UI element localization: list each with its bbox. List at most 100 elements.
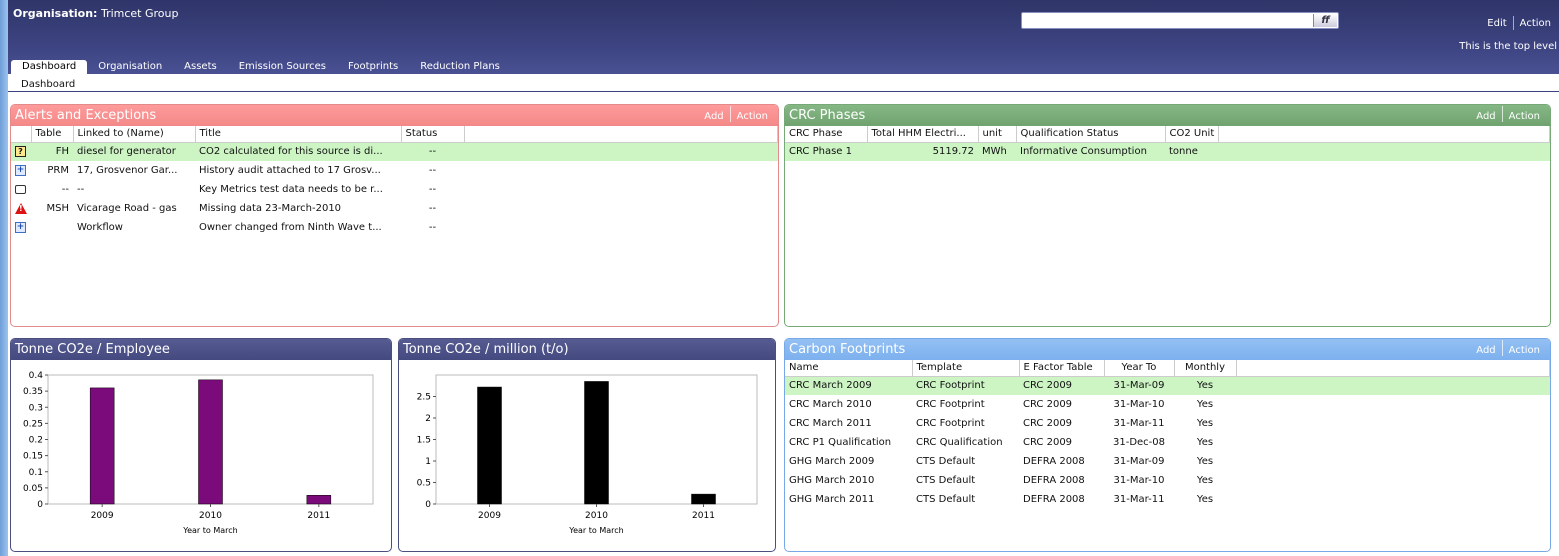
column-header-co2unit[interactable]: CO2 Unit [1165, 126, 1220, 143]
table-row[interactable]: CRC P1 Qualification CRC Qualification CRC… [785, 433, 1550, 452]
table-row[interactable]: GHG March 2010 CTS Default DEFRA 2008 31-Ma… [785, 471, 1550, 490]
y-tick-label: 0.3 [29, 403, 43, 413]
table-row[interactable]: ? FH diesel for generator CO2 calculated… [11, 142, 778, 161]
x-tick-label: 2011 [307, 511, 330, 521]
cell-efactor: DEFRA 2008 [1023, 456, 1085, 467]
table-row[interactable]: -- -- Key Metrics test data needs to be … [11, 180, 778, 199]
column-header-title[interactable]: Title [195, 126, 402, 143]
breadcrumb[interactable]: Dashboard [8, 74, 1559, 92]
carbon-footprints-panel: Carbon Footprints Add Action Name Templat… [784, 338, 1551, 552]
column-header-unit[interactable]: unit [978, 126, 1017, 143]
table-header-row: Name Template E Factor Table Year To Mon… [785, 360, 1550, 377]
add-button[interactable]: Add [698, 111, 729, 122]
column-header-total[interactable]: Total HHM Electri... [867, 126, 979, 143]
column-header-filler [1236, 360, 1550, 377]
cell-template: CRC Footprint [916, 418, 985, 429]
cell-status: -- [428, 184, 437, 195]
app-frame: Organisation: Trimcet Group ff Edit Actio… [8, 0, 1559, 556]
table-row[interactable]: GHG March 2011 CTS Default DEFRA 2008 31-Ma… [785, 490, 1550, 509]
y-tick-label: 0.5 [417, 479, 431, 489]
column-header-template[interactable]: Template [912, 360, 1020, 377]
action-link[interactable]: Action [1514, 18, 1557, 29]
column-header-yearto[interactable]: Year To [1104, 360, 1175, 377]
cell-efactor: DEFRA 2008 [1023, 475, 1085, 486]
tab-footprints[interactable]: Footprints [337, 60, 409, 74]
column-header-phase[interactable]: CRC Phase [785, 126, 868, 143]
cell-monthly: Yes [1174, 376, 1236, 395]
x-tick-label: 2009 [91, 511, 114, 521]
cell-yearto: 31-Mar-10 [1113, 475, 1165, 486]
tab-dashboard[interactable]: Dashboard [11, 60, 88, 74]
cell-linked: diesel for generator [73, 142, 195, 161]
expand-plus-icon[interactable]: + [15, 164, 26, 176]
cell-filler [1236, 414, 1550, 433]
tab-organisation[interactable]: Organisation [87, 60, 173, 74]
top-actions: Edit Action [1481, 16, 1557, 30]
alerts-panel: Alerts and Exceptions Add Action Table Li… [10, 104, 779, 327]
search-button[interactable]: ff [1313, 14, 1337, 27]
table-row[interactable]: + PRM 17, Grosvenor Gar... History audit… [11, 161, 778, 180]
cell-yearto: 31-Mar-09 [1104, 376, 1174, 395]
table-row[interactable]: + Workflow Owner changed from Ninth Wave… [11, 218, 778, 237]
row-icon-cell: ? [11, 142, 31, 161]
cell-efactor: CRC 2009 [1019, 376, 1104, 395]
table-row[interactable]: CRC Phase 1 5119.72 MWh Informative Cons… [785, 142, 1550, 161]
bar-chart-employee: 0 0.05 0.1 0.15 0.2 0.25 0.3 0.35 0.4 2009 2010 201… [23, 371, 374, 535]
table-row[interactable]: CRC March 2010 CRC Footprint CRC 2009 31-Ma… [785, 395, 1550, 414]
y-tick-label: 0.15 [23, 452, 43, 462]
action-button[interactable]: Action [731, 111, 774, 122]
cell-table [31, 218, 73, 237]
tab-emission-sources[interactable]: Emission Sources [228, 60, 337, 74]
row-icon-cell: + [11, 218, 31, 237]
cell-status: -- [401, 142, 464, 161]
cell-filler [464, 142, 778, 161]
add-button[interactable]: Add [1470, 111, 1501, 122]
cell-title: CO2 calculated for this source is di... [195, 142, 401, 161]
crc-table: CRC Phase Total HHM Electri... unit Qual… [785, 126, 1550, 161]
cell-title: History audit attached to 17 Grosv... [199, 165, 381, 176]
table-row[interactable]: CRC March 2009 CRC Footprint CRC 2009 31-Ma… [785, 376, 1550, 395]
action-button[interactable]: Action [1503, 345, 1546, 356]
chart-title: Tonne CO2e / Employee [15, 342, 170, 357]
tab-assets[interactable]: Assets [173, 60, 228, 74]
add-button[interactable]: Add [1470, 345, 1501, 356]
column-header-status[interactable]: Status [401, 126, 465, 143]
cell-phase: CRC Phase 1 [785, 142, 867, 161]
cell-linked: Workflow [77, 222, 123, 233]
cell-name: CRC March 2011 [789, 418, 872, 429]
cell-monthly: Yes [1196, 494, 1214, 505]
chart-header: Tonne CO2e / million (t/o) [399, 339, 775, 360]
cell-monthly: Yes [1196, 418, 1214, 429]
cell-filler [1236, 433, 1550, 452]
cell-efactor: CRC 2009 [1023, 437, 1073, 448]
cell-name: CRC March 2009 [785, 376, 912, 395]
column-header-icon[interactable] [11, 126, 32, 143]
cell-template: CRC Qualification [916, 437, 1003, 448]
column-header-qualification[interactable]: Qualification Status [1016, 126, 1166, 143]
cell-table: MSH [46, 203, 70, 214]
column-header-name[interactable]: Name [785, 360, 913, 377]
table-row[interactable]: CRC March 2011 CRC Footprint CRC 2009 31-Ma… [785, 414, 1550, 433]
column-header-table[interactable]: Table [31, 126, 74, 143]
x-tick-label: 2011 [692, 511, 715, 521]
tab-reduction-plans[interactable]: Reduction Plans [409, 60, 511, 74]
table-row[interactable]: GHG March 2009 CTS Default DEFRA 2008 31-Ma… [785, 452, 1550, 471]
column-header-efactor[interactable]: E Factor Table [1019, 360, 1105, 377]
cell-linked: Vicarage Road - gas [77, 203, 177, 214]
cell-filler [1236, 395, 1550, 414]
x-axis-label: Year to March [182, 526, 237, 535]
organisation-label: Organisation: [13, 7, 98, 20]
cell-name: GHG March 2009 [789, 456, 875, 467]
bar [198, 379, 223, 505]
column-header-monthly[interactable]: Monthly [1174, 360, 1237, 377]
crc-phases-panel: CRC Phases Add Action CRC Phase Total HHM… [784, 104, 1551, 327]
table-header-row: CRC Phase Total HHM Electri... unit Qual… [785, 126, 1550, 143]
expand-plus-icon[interactable]: + [15, 221, 26, 233]
action-button[interactable]: Action [1503, 111, 1546, 122]
search-input[interactable]: ff [1021, 12, 1339, 29]
footprints-table: Name Template E Factor Table Year To Mon… [785, 360, 1550, 509]
column-header-linked[interactable]: Linked to (Name) [73, 126, 196, 143]
edit-link[interactable]: Edit [1481, 18, 1512, 29]
cell-efactor: CRC 2009 [1023, 399, 1073, 410]
table-row[interactable]: MSH Vicarage Road - gas Missing data 23-… [11, 199, 778, 218]
